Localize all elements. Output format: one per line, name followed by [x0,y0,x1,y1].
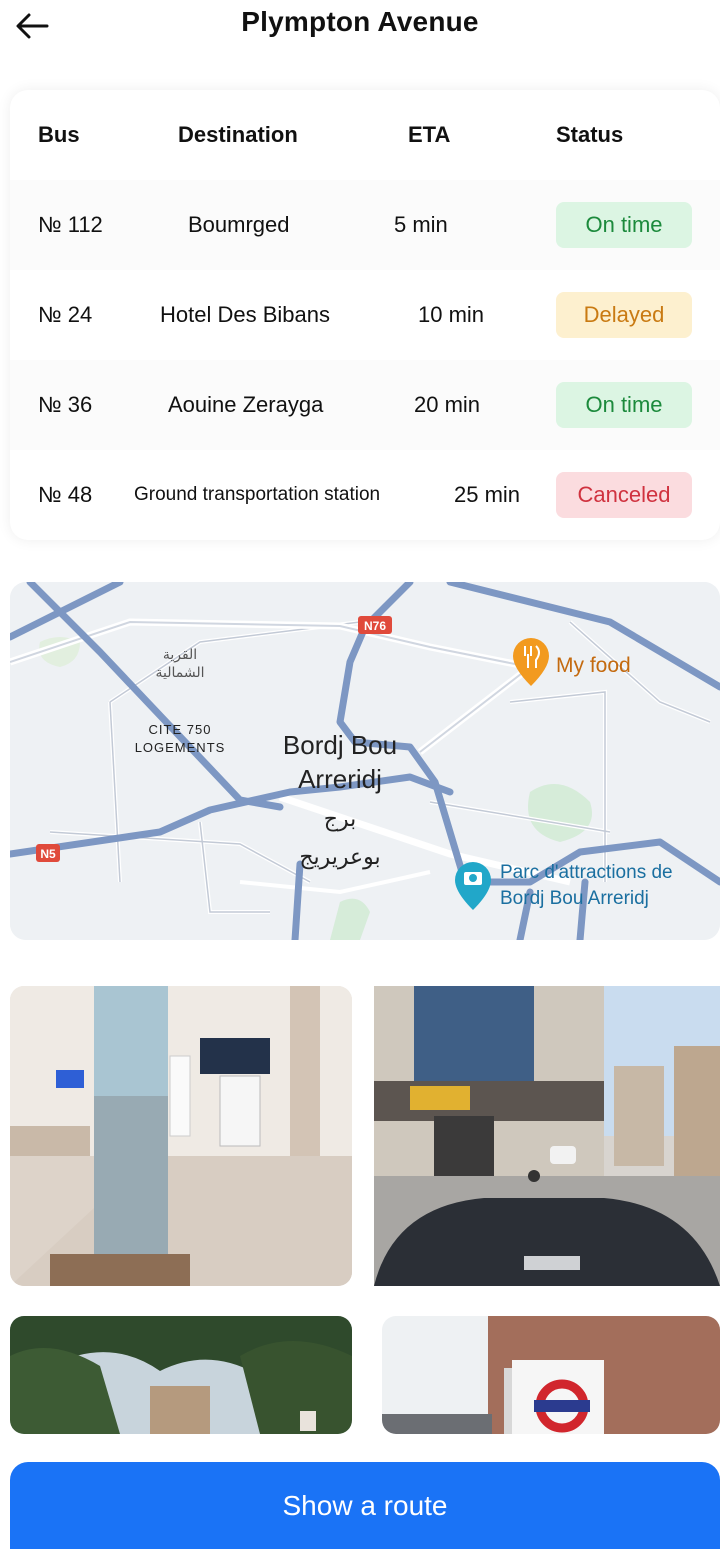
column-header-status: Status [556,122,624,147]
bus-number: № 112 [38,212,103,237]
destination: Ground transportation station [134,484,381,505]
eta: 10 min [418,302,485,327]
destination: Hotel Des Bibans [160,302,330,327]
north-village-label-2: الشمالية [156,665,205,681]
svg-text:N5: N5 [40,847,56,861]
header: Plympton Avenue [0,0,720,60]
photo-station-hall[interactable] [10,986,352,1286]
show-route-button[interactable]: Show a route [10,1462,720,1549]
bus-number: № 48 [38,482,93,507]
table-row[interactable]: № 112 Boumrged 5 min On time [10,180,720,270]
destination: Aouine Zerayga [168,392,324,417]
destination: Boumrged [188,212,290,237]
photo-trees[interactable] [10,1316,352,1434]
column-header-destination: Destination [178,122,298,147]
status-badge: On time [556,382,692,428]
photo-underground-sign[interactable] [382,1316,720,1434]
svg-text:N76: N76 [364,619,386,633]
city-label: Bordj Bou [283,730,397,760]
city-label-2: Arreridj [298,764,382,794]
road-shield-n76: N76 [358,616,392,634]
table-row[interactable]: № 36 Aouine Zerayga 20 min On time [10,360,720,450]
status-badge: Delayed [556,292,692,338]
poi-park-label-2[interactable]: Bordj Bou Arreridj [500,888,649,909]
page-title: Plympton Avenue [241,6,479,37]
district-label-2: LOGEMENTS [135,740,226,755]
bus-number: № 36 [38,392,93,417]
poi-park-label[interactable]: Parc d'attractions de [500,862,673,883]
city-label-ar: برج [324,807,356,832]
column-header-bus: Bus [38,122,80,147]
road-shield-n5: N5 [36,844,60,862]
map-view[interactable]: N76 N5 القرية الشمالية CITE 750 LOGEMENT… [10,582,720,940]
table-row[interactable]: № 48 Ground transportation station 25 mi… [10,450,720,540]
status-badge: Canceled [556,472,692,518]
table-header: Bus Destination ETA Status [10,90,720,180]
eta: 25 min [454,482,521,507]
poi-food-label[interactable]: My food [556,654,631,677]
eta: 20 min [414,392,481,417]
photo-street-view[interactable] [374,986,720,1286]
column-header-eta: ETA [408,122,451,147]
north-village-label: القرية [163,647,197,663]
status-badge: On time [556,202,692,248]
table-row[interactable]: № 24 Hotel Des Bibans 10 min Delayed [10,270,720,360]
bus-number: № 24 [38,302,93,327]
eta: 5 min [394,212,448,237]
bus-table: Bus Destination ETA Status № 112 Boumrge… [10,90,720,540]
city-label-ar-2: بوعريريج [299,845,380,870]
district-label: CITE 750 [149,722,212,737]
